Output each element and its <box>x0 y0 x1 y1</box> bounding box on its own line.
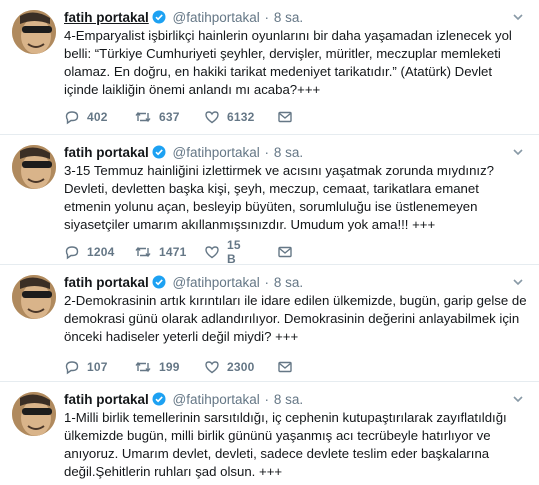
handle[interactable]: @fatihportakal <box>173 392 260 407</box>
handle[interactable]: @fatihportakal <box>173 10 260 25</box>
verified-icon <box>152 275 166 293</box>
separator: · <box>264 275 270 290</box>
reply-count: 1204 <box>87 245 115 259</box>
reply-icon <box>64 244 80 260</box>
retweet-button[interactable]: 199 <box>134 358 180 376</box>
avatar[interactable] <box>12 275 56 319</box>
like-count: 6132 <box>227 110 255 124</box>
timestamp[interactable]: 8 sa. <box>274 275 303 290</box>
separator: · <box>264 10 270 25</box>
tweet-header: fatih portakal @fatihportakal · 8 sa. <box>64 275 509 293</box>
tweet-text: 1-Milli birlik temellerinin sarsıtıldığı… <box>64 410 507 479</box>
tweet[interactable]: fatih portakal @fatihportakal · 8 sa. 4-… <box>0 0 539 135</box>
chevron-down-icon[interactable] <box>511 145 525 159</box>
tweet[interactable]: fatih portakal @fatihportakal · 8 sa. 1-… <box>0 382 539 485</box>
reply-count: 402 <box>87 110 108 124</box>
tweet-header: fatih portakal @fatihportakal · 8 sa. <box>64 145 509 163</box>
chevron-down-icon[interactable] <box>511 10 525 24</box>
envelope-icon <box>277 109 293 125</box>
tweet-header: fatih portakal @fatihportakal · 8 sa. <box>64 10 509 28</box>
display-name[interactable]: fatih portakal <box>64 275 149 290</box>
tweet[interactable]: fatih portakal @fatihportakal · 8 sa. 3-… <box>0 135 539 266</box>
retweet-icon <box>134 109 152 125</box>
reply-button[interactable]: 107 <box>64 358 108 376</box>
timestamp[interactable]: 8 sa. <box>274 10 303 25</box>
timestamp[interactable]: 8 sa. <box>274 392 303 407</box>
like-count: 15 B <box>227 238 241 266</box>
tweet-text: 3-15 Temmuz hainliğini izlettirmek ve ac… <box>64 163 494 232</box>
retweet-icon <box>134 359 152 375</box>
heart-icon <box>204 109 220 125</box>
verified-icon <box>152 392 166 410</box>
retweet-button[interactable]: 637 <box>134 108 180 126</box>
like-button[interactable]: 6132 <box>204 108 255 126</box>
chevron-down-icon[interactable] <box>511 392 525 406</box>
retweet-count: 199 <box>159 360 180 374</box>
display-name[interactable]: fatih portakal <box>64 145 149 160</box>
reply-button[interactable]: 1204 <box>64 243 115 261</box>
reply-icon <box>64 109 80 125</box>
avatar[interactable] <box>12 392 56 436</box>
retweet-count: 637 <box>159 110 180 124</box>
handle[interactable]: @fatihportakal <box>173 145 260 160</box>
tweet[interactable]: fatih portakal @fatihportakal · 8 sa. 2-… <box>0 265 539 382</box>
heart-icon <box>204 244 220 260</box>
direct-message-button[interactable] <box>277 358 293 376</box>
like-count: 2300 <box>227 360 255 374</box>
avatar[interactable] <box>12 10 56 54</box>
envelope-icon <box>277 244 293 260</box>
tweet-text: 4-Emparyalist işbirlikçi hainlerin oyunl… <box>64 28 512 97</box>
like-button[interactable]: 15 B <box>204 238 241 266</box>
verified-icon <box>152 145 166 163</box>
retweet-icon <box>134 244 152 260</box>
direct-message-button[interactable] <box>277 108 293 126</box>
retweet-button[interactable]: 1471 <box>134 243 187 261</box>
tweet-header: fatih portakal @fatihportakal · 8 sa. <box>64 392 509 410</box>
chevron-down-icon[interactable] <box>511 275 525 289</box>
reply-button[interactable]: 402 <box>64 108 108 126</box>
reply-icon <box>64 359 80 375</box>
verified-icon <box>152 10 166 28</box>
envelope-icon <box>277 359 293 375</box>
avatar[interactable] <box>12 145 56 189</box>
display-name[interactable]: fatih portakal <box>64 10 149 25</box>
reply-count: 107 <box>87 360 108 374</box>
like-button[interactable]: 2300 <box>204 358 255 376</box>
separator: · <box>264 145 270 160</box>
heart-icon <box>204 359 220 375</box>
timestamp[interactable]: 8 sa. <box>274 145 303 160</box>
handle[interactable]: @fatihportakal <box>173 275 260 290</box>
tweet-text: 2-Demokrasinin artık kırıntıları ile ida… <box>64 293 527 344</box>
retweet-count: 1471 <box>159 245 187 259</box>
display-name[interactable]: fatih portakal <box>64 392 149 407</box>
direct-message-button[interactable] <box>277 243 293 261</box>
separator: · <box>264 392 270 407</box>
